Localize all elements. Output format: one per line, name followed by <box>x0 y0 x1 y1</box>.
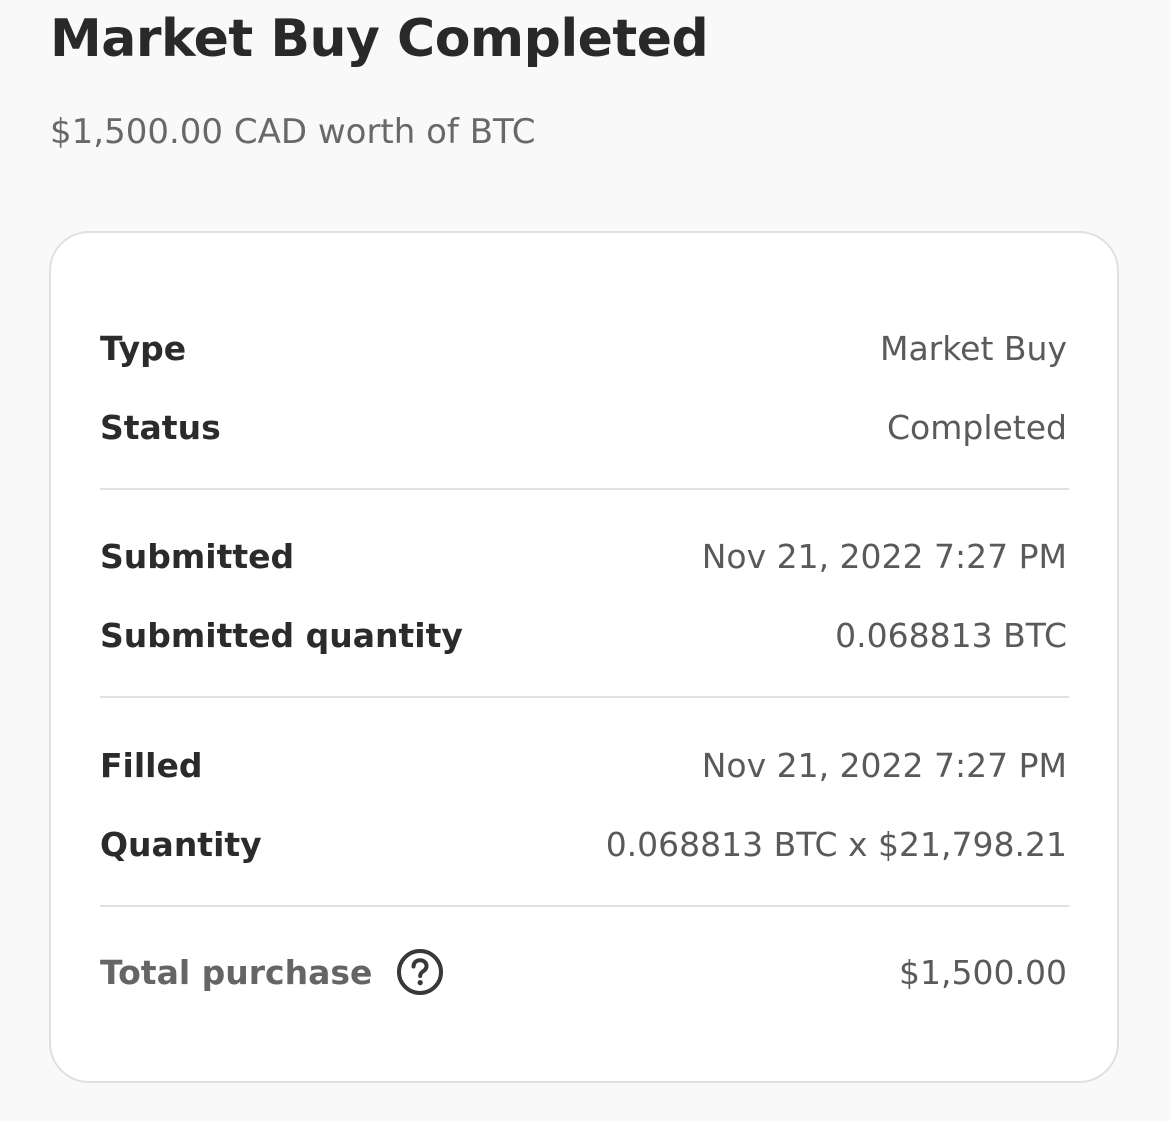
submitted-quantity-value: 0.068813 BTC <box>835 615 1067 655</box>
page-subtitle: $1,500.00 CAD worth of BTC <box>50 112 536 152</box>
submitted-value: Nov 21, 2022 7:27 PM <box>701 536 1067 576</box>
total-purchase-value: $1,500.00 <box>899 952 1067 992</box>
quantity-label: Quantity <box>100 824 262 864</box>
detail-row-type: Type Market Buy <box>100 323 1067 373</box>
filled-value: Nov 21, 2022 7:27 PM <box>701 745 1067 785</box>
detail-row-submitted: Submitted Nov 21, 2022 7:27 PM <box>100 531 1067 581</box>
total-purchase-label: Total purchase <box>100 952 373 992</box>
divider <box>100 696 1069 698</box>
detail-row-total-purchase: Total purchase $1,500.00 <box>100 947 1067 997</box>
total-purchase-label-group: Total purchase <box>100 948 444 996</box>
status-value: Completed <box>887 407 1067 447</box>
detail-row-quantity: Quantity 0.068813 BTC x $21,798.21 <box>100 819 1067 869</box>
type-label: Type <box>100 328 187 368</box>
quantity-value: 0.068813 BTC x $21,798.21 <box>605 824 1067 864</box>
divider <box>100 488 1069 490</box>
status-label: Status <box>100 407 221 447</box>
type-value: Market Buy <box>879 328 1067 368</box>
divider <box>100 905 1069 907</box>
detail-row-filled: Filled Nov 21, 2022 7:27 PM <box>100 740 1067 790</box>
order-details-card: Type Market Buy Status Completed Submitt… <box>49 231 1119 1083</box>
filled-label: Filled <box>100 745 203 785</box>
submitted-label: Submitted <box>100 536 295 576</box>
submitted-quantity-label: Submitted quantity <box>100 615 463 655</box>
detail-row-status: Status Completed <box>100 402 1067 452</box>
detail-row-submitted-quantity: Submitted quantity 0.068813 BTC <box>100 610 1067 660</box>
page-title: Market Buy Completed <box>50 9 709 69</box>
question-circle-icon[interactable] <box>396 948 444 996</box>
